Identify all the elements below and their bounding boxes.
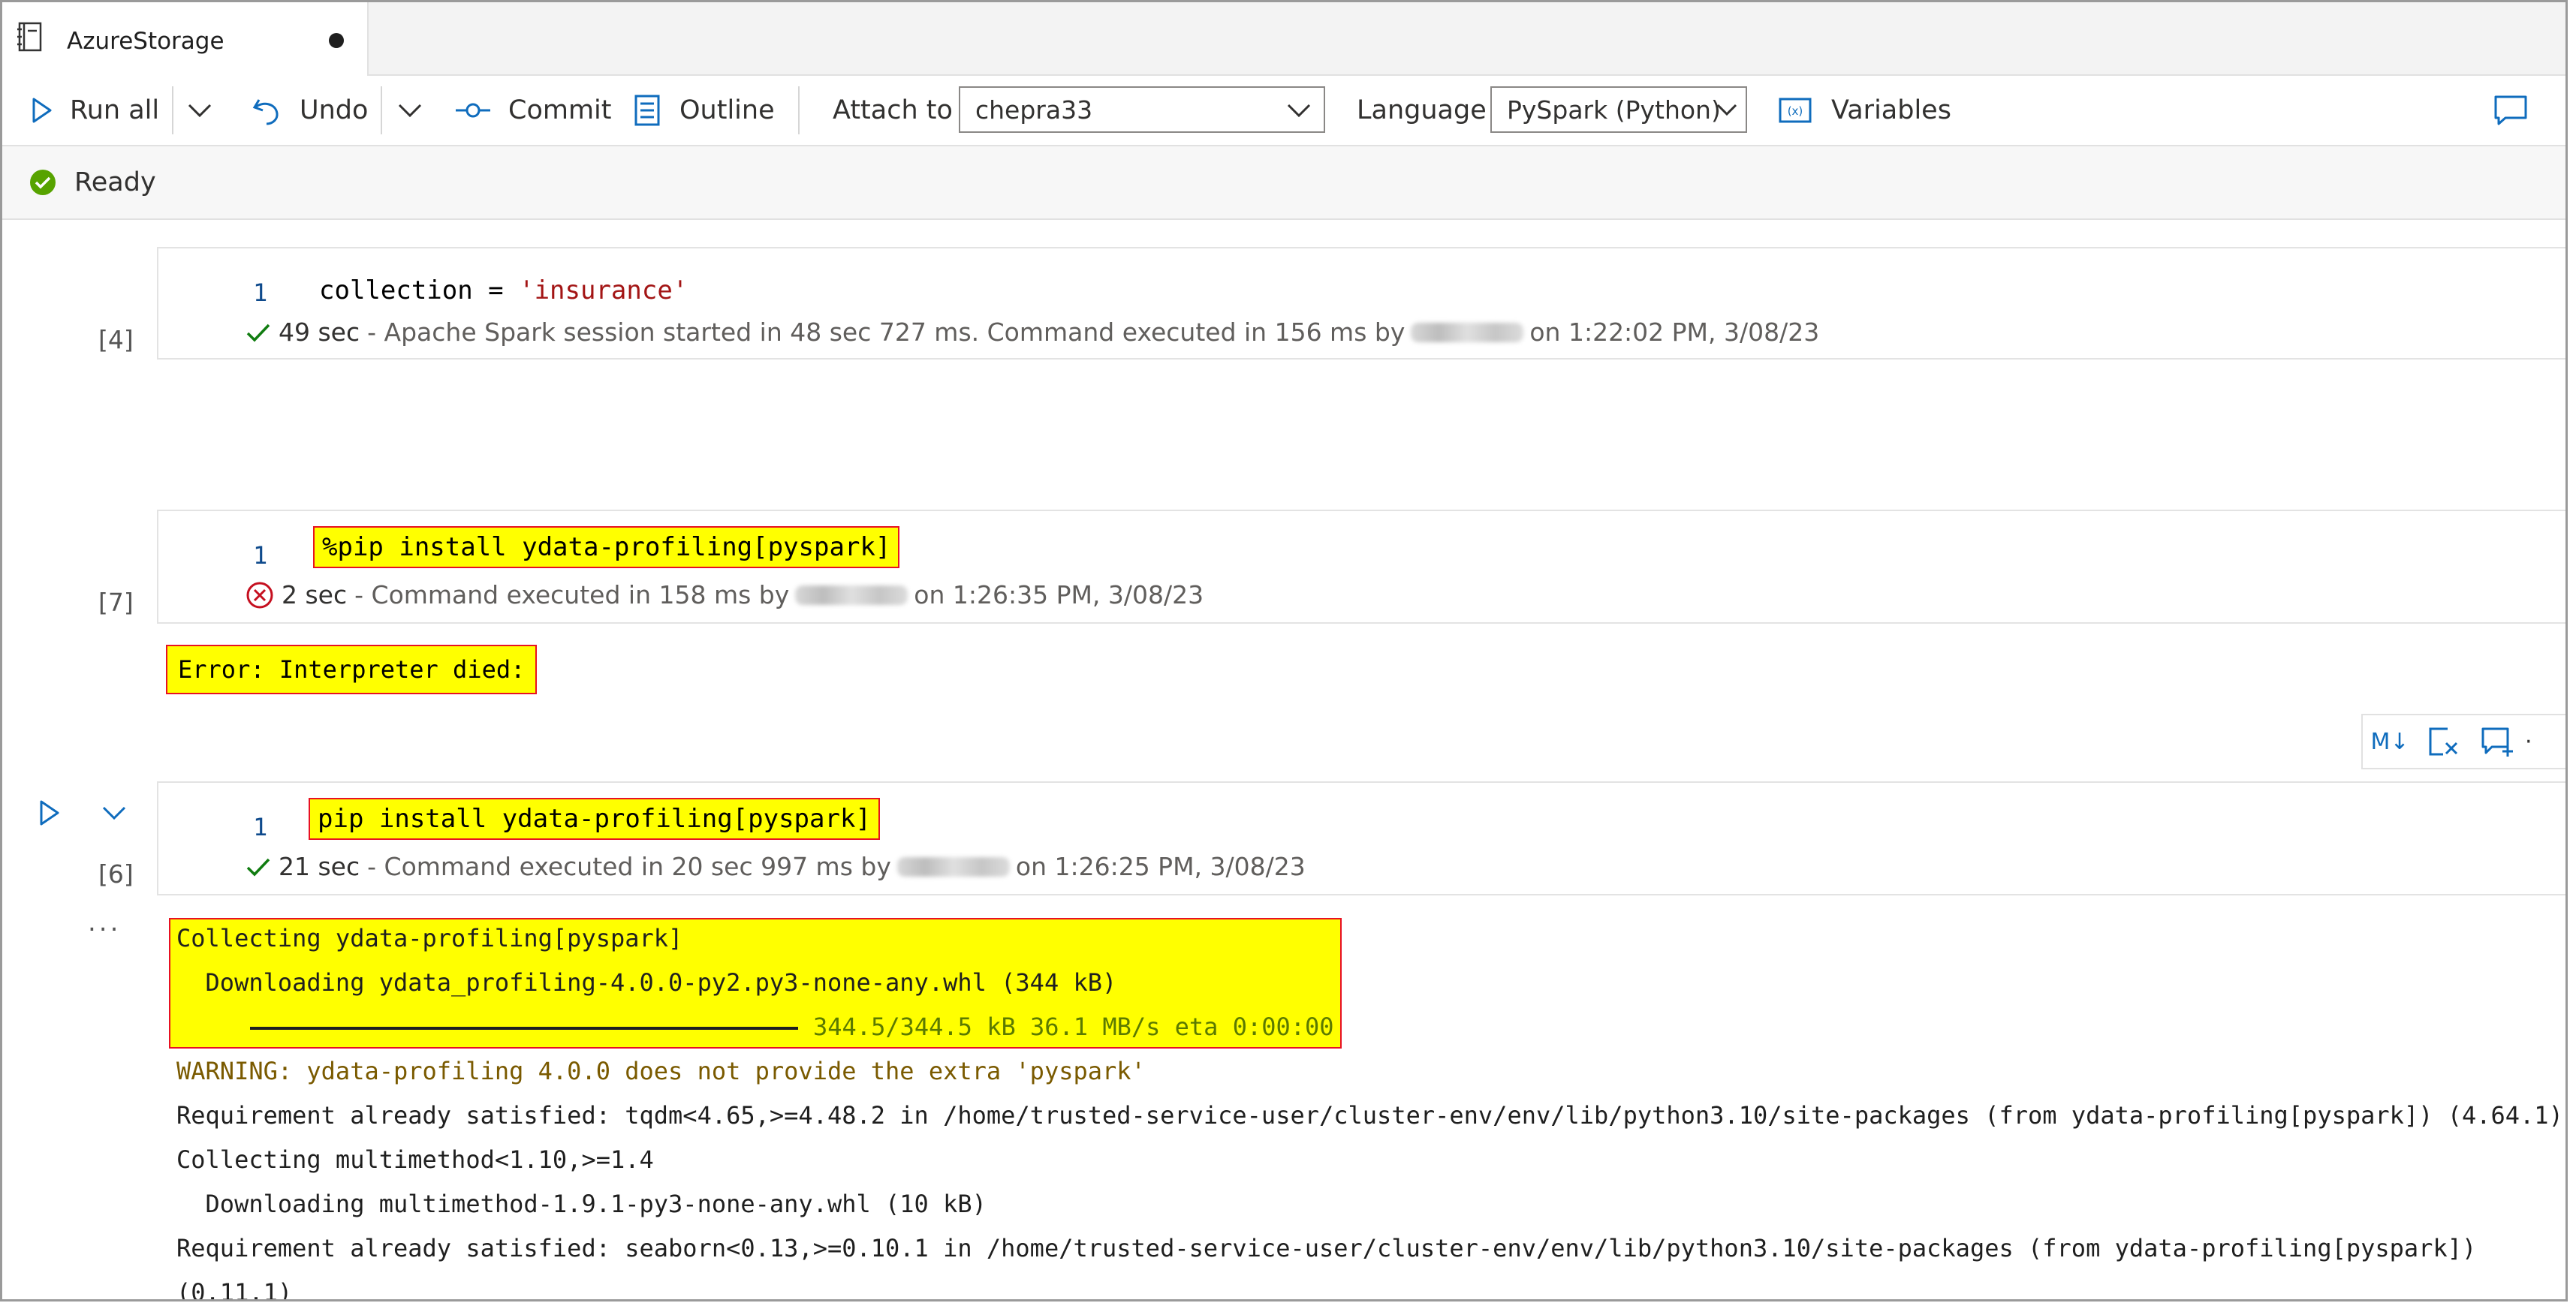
add-comment-icon (2481, 727, 2513, 757)
execution-count: [6] (98, 859, 134, 889)
redacted-user (1411, 322, 1524, 342)
cell-execution-info: 21 sec - Command executed in 20 sec 997 … (246, 852, 1306, 881)
tab-azurestorage[interactable]: AzureStorage (2, 2, 369, 76)
variables-icon: (x) (1779, 98, 1812, 123)
code-cell-3[interactable]: 1 pip install ydata-profiling[pyspark] 2… (157, 781, 2565, 895)
language-select[interactable]: PySpark (Python) (1490, 86, 1747, 133)
execution-count: [4] (98, 325, 134, 354)
chevron-down-icon (398, 104, 422, 118)
line-number: 1 (253, 278, 268, 307)
redacted-user (795, 585, 908, 605)
chevron-down-icon (102, 806, 126, 820)
error-output: Error: Interpreter died: (166, 645, 538, 694)
chevron-down-icon (1287, 104, 1311, 118)
redacted-user (896, 856, 1010, 877)
output-line: Downloading multimethod-1.9.1-py3-none-a… (176, 1190, 987, 1218)
clear-output-icon (2429, 727, 2458, 756)
play-icon (40, 800, 59, 826)
line-number: 1 (253, 813, 268, 841)
progress-bar (250, 1027, 798, 1030)
unsaved-dot-icon (329, 33, 344, 48)
outline-icon (634, 95, 660, 126)
tab-title: AzureStorage (67, 28, 224, 55)
more-options-button[interactable]: · (2525, 715, 2555, 768)
output-more-icon[interactable]: ... (88, 907, 121, 937)
language-label: Language (1357, 95, 1487, 125)
output-warning-line: WARNING: ydata-profiling 4.0.0 does not … (176, 1057, 1146, 1085)
output-line: Requirement already satisfied: tqdm<4.65… (176, 1101, 2563, 1130)
variables-button[interactable]: (x) Variables (1779, 76, 1951, 145)
cell-code[interactable]: collection = 'insurance' (319, 275, 688, 305)
svg-text:(x): (x) (1788, 104, 1803, 118)
comment-icon (2494, 95, 2527, 125)
run-options-dropdown[interactable] (187, 76, 212, 145)
notebook-toolbar: Run all Undo Commit Outline Attach to ch… (2, 76, 2565, 146)
notebook-icon (17, 22, 42, 52)
tab-bar: AzureStorage (2, 2, 2565, 76)
run-cell-button[interactable] (38, 799, 61, 829)
output-line: Collecting ydata-profiling[pyspark] (176, 924, 683, 952)
code-cell-1[interactable]: 1 collection = 'insurance' 49 sec - Apac… (157, 247, 2565, 360)
execution-count: [7] (98, 588, 134, 617)
run-all-button[interactable]: Run all (31, 76, 159, 145)
check-icon (246, 323, 270, 342)
cell-run-options-dropdown[interactable] (101, 805, 127, 823)
output-line: Downloading ydata_profiling-4.0.0-py2.py… (176, 968, 1117, 997)
line-number: 1 (253, 541, 268, 570)
cell-execution-info: 2 sec - Command executed in 158 ms by on… (246, 580, 1204, 609)
attach-to-label: Attach to (833, 95, 953, 125)
error-circle-icon (246, 582, 273, 608)
commit-button[interactable]: Commit (456, 76, 612, 145)
play-icon (32, 98, 52, 123)
add-comment-button[interactable] (2471, 715, 2525, 768)
check-icon (246, 858, 270, 877)
cell-hover-toolbar: M↓ · (2361, 714, 2565, 769)
cell-code[interactable]: %pip install ydata-profiling[pyspark] (313, 526, 900, 568)
session-status-bar: Ready (2, 146, 2565, 220)
check-circle-icon (30, 170, 56, 195)
chevron-down-icon (188, 104, 212, 118)
cell-execution-info: 49 sec - Apache Spark session started in… (246, 317, 1819, 347)
output-line: (0.11.1) (176, 1278, 293, 1301)
chevron-down-icon (1716, 104, 1737, 116)
output-line: Requirement already satisfied: seaborn<0… (176, 1234, 2477, 1262)
outline-button[interactable]: Outline (634, 76, 775, 145)
undo-options-dropdown[interactable] (397, 76, 423, 145)
notebook-window: AzureStorage Run all Undo Commit Outline (0, 0, 2568, 1301)
output-progress-line: 344.5/344.5 kB 36.1 MB/s eta 0:00:00 (250, 1013, 1334, 1041)
clear-output-button[interactable] (2417, 715, 2471, 768)
convert-to-markdown-button[interactable]: M↓ (2363, 715, 2417, 768)
session-status-text: Ready (74, 167, 156, 197)
cell-code[interactable]: pip install ydata-profiling[pyspark] (309, 798, 880, 840)
code-cell-2[interactable]: 1 %pip install ydata-profiling[pyspark] … (157, 510, 2565, 624)
output-line: Collecting multimethod<1.10,>=1.4 (176, 1145, 654, 1174)
undo-icon (252, 99, 279, 125)
comments-button[interactable] (2493, 76, 2528, 145)
undo-button[interactable]: Undo (252, 76, 368, 145)
commit-icon (456, 103, 490, 118)
attach-to-select[interactable]: chepra33 (959, 86, 1325, 133)
